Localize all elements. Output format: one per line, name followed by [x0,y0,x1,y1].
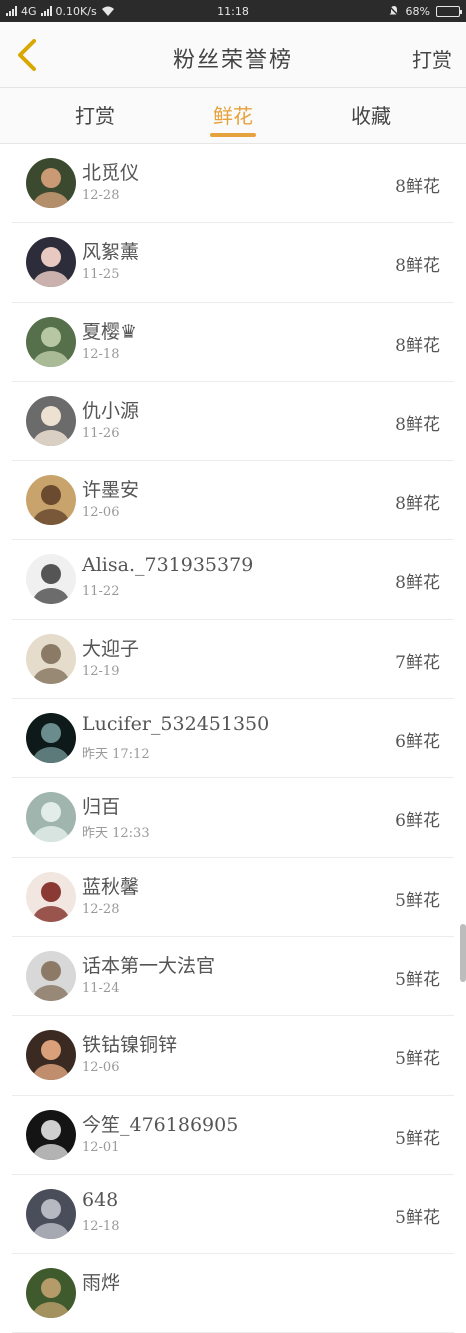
gift-date: 12-06 [82,505,120,521]
flower-count: 6鲜花 [395,732,440,753]
avatar[interactable] [26,950,76,1001]
navigation-bar: 粉丝荣誉榜 打赏 [0,22,466,88]
user-name: 夏樱♛ [82,320,138,343]
tab-bar: 打赏 鲜花 收藏 [0,88,466,144]
flower-count: 8鲜花 [395,335,440,356]
user-name: 今笙_476186905 [82,1113,239,1136]
gift-date: 昨天 17:12 [82,747,150,763]
gift-date: 12-01 [82,1139,120,1155]
flower-count: 5鲜花 [395,890,440,911]
avatar[interactable] [26,395,76,446]
list-item[interactable]: 雨烨 [12,1254,454,1333]
user-name: Alisa._731935379 [82,554,254,577]
gift-date: 12-19 [82,663,120,679]
avatar[interactable] [26,713,76,764]
flower-count: 5鲜花 [395,969,440,990]
flower-count: 5鲜花 [395,1128,440,1149]
list-item[interactable]: 风絮薰 11-25 8鲜花 [12,223,454,303]
user-name: 话本第一大法官 [82,954,216,977]
list-item[interactable]: 648 12-18 5鲜花 [12,1175,454,1255]
gift-date: 12-06 [82,1060,120,1076]
signal-icon [6,6,17,16]
wifi-icon [101,6,114,16]
flower-count: 7鲜花 [395,652,440,673]
avatar[interactable] [26,633,76,684]
tab-collect[interactable]: 收藏 [326,100,416,129]
tab-flowers[interactable]: 鲜花 [188,100,278,129]
gift-date: 11-24 [82,980,120,996]
user-name: 蓝秋馨 [82,875,140,898]
list-item[interactable]: 许墨安 12-06 8鲜花 [12,461,454,541]
user-name: 许墨安 [82,479,140,502]
gift-date: 11-25 [82,267,120,283]
flower-count: 8鲜花 [395,573,440,594]
flower-count: 8鲜花 [395,494,440,515]
user-name: 归百 [82,796,121,819]
fan-ranking-list: 北觅仪 12-28 8鲜花 风絮薰 11-25 8鲜花 夏樱♛ 12-18 8鲜花 仇小源 11-2… [0,144,466,1333]
avatar[interactable] [26,1109,76,1160]
user-name: 648 [82,1188,119,1211]
network-speed: 0.10K/s [55,4,97,18]
user-name: 仇小源 [82,399,140,422]
list-item[interactable]: 话本第一大法官 11-24 5鲜花 [12,937,454,1017]
flower-count: 6鲜花 [395,811,440,832]
scrollbar[interactable] [460,924,466,982]
avatar[interactable] [26,475,76,526]
signal-icon-2 [40,6,52,16]
avatar[interactable] [26,1030,76,1081]
gift-date: 昨天 12:33 [82,826,150,842]
status-right: 68% [388,4,462,18]
gift-date: 12-28 [82,901,120,917]
avatar[interactable] [26,1268,76,1319]
avatar[interactable] [26,158,76,208]
avatar[interactable] [26,316,76,367]
list-item[interactable]: 铁钴镍铜锌 12-06 5鲜花 [12,1016,454,1096]
user-name: Lucifer_532451350 [82,713,270,736]
alarm-off-icon [388,5,400,17]
avatar[interactable] [26,792,76,843]
status-bar: 4G 0.10K/s 11:18 68% [0,0,466,22]
user-name: 风絮薰 [82,241,140,264]
list-item[interactable]: 蓝秋馨 12-28 5鲜花 [12,858,454,937]
list-item[interactable]: Alisa._731935379 11-22 8鲜花 [12,540,454,620]
user-name: 铁钴镍铜锌 [82,1034,178,1057]
list-item[interactable]: 今笙_476186905 12-01 5鲜花 [12,1096,454,1175]
avatar[interactable] [26,237,76,288]
flower-count: 8鲜花 [395,256,440,277]
list-item[interactable]: Lucifer_532451350 昨天 17:12 6鲜花 [12,699,454,779]
user-name: 雨烨 [82,1272,121,1295]
tab-active-indicator [210,133,256,137]
list-item[interactable]: 北觅仪 12-28 8鲜花 [12,144,454,224]
flower-count: 5鲜花 [395,1049,440,1070]
reward-action-button[interactable]: 打赏 [412,44,452,73]
flower-count: 8鲜花 [395,177,440,197]
list-item[interactable]: 归百昨天 12:33 6鲜花 [12,778,454,858]
flower-count: 5鲜花 [395,1207,440,1228]
gift-date: 11-26 [82,425,120,441]
list-item[interactable]: 夏樱♛ 12-18 8鲜花 [12,303,454,382]
user-name: 北觅仪 [82,162,140,184]
gift-date: 12-28 [82,188,120,203]
gift-date: 12-18 [82,1218,120,1234]
user-name: 大迎子 [82,637,140,660]
tab-reward[interactable]: 打赏 [50,100,140,129]
battery-percent: 68% [405,4,430,18]
gift-date: 12-18 [82,346,120,362]
avatar[interactable] [26,871,76,922]
flower-count: 8鲜花 [395,414,440,435]
avatar[interactable] [26,554,76,605]
avatar[interactable] [26,1188,76,1239]
status-left: 4G 0.10K/s [6,5,388,18]
network-type: 4G [21,4,37,18]
battery-icon [436,5,462,17]
gift-date: 11-22 [82,584,120,600]
list-item[interactable]: 仇小源 11-26 8鲜花 [12,382,454,462]
page-title: 粉丝荣誉榜 [172,48,293,73]
list-item[interactable]: 大迎子 12-19 7鲜花 [12,620,454,700]
